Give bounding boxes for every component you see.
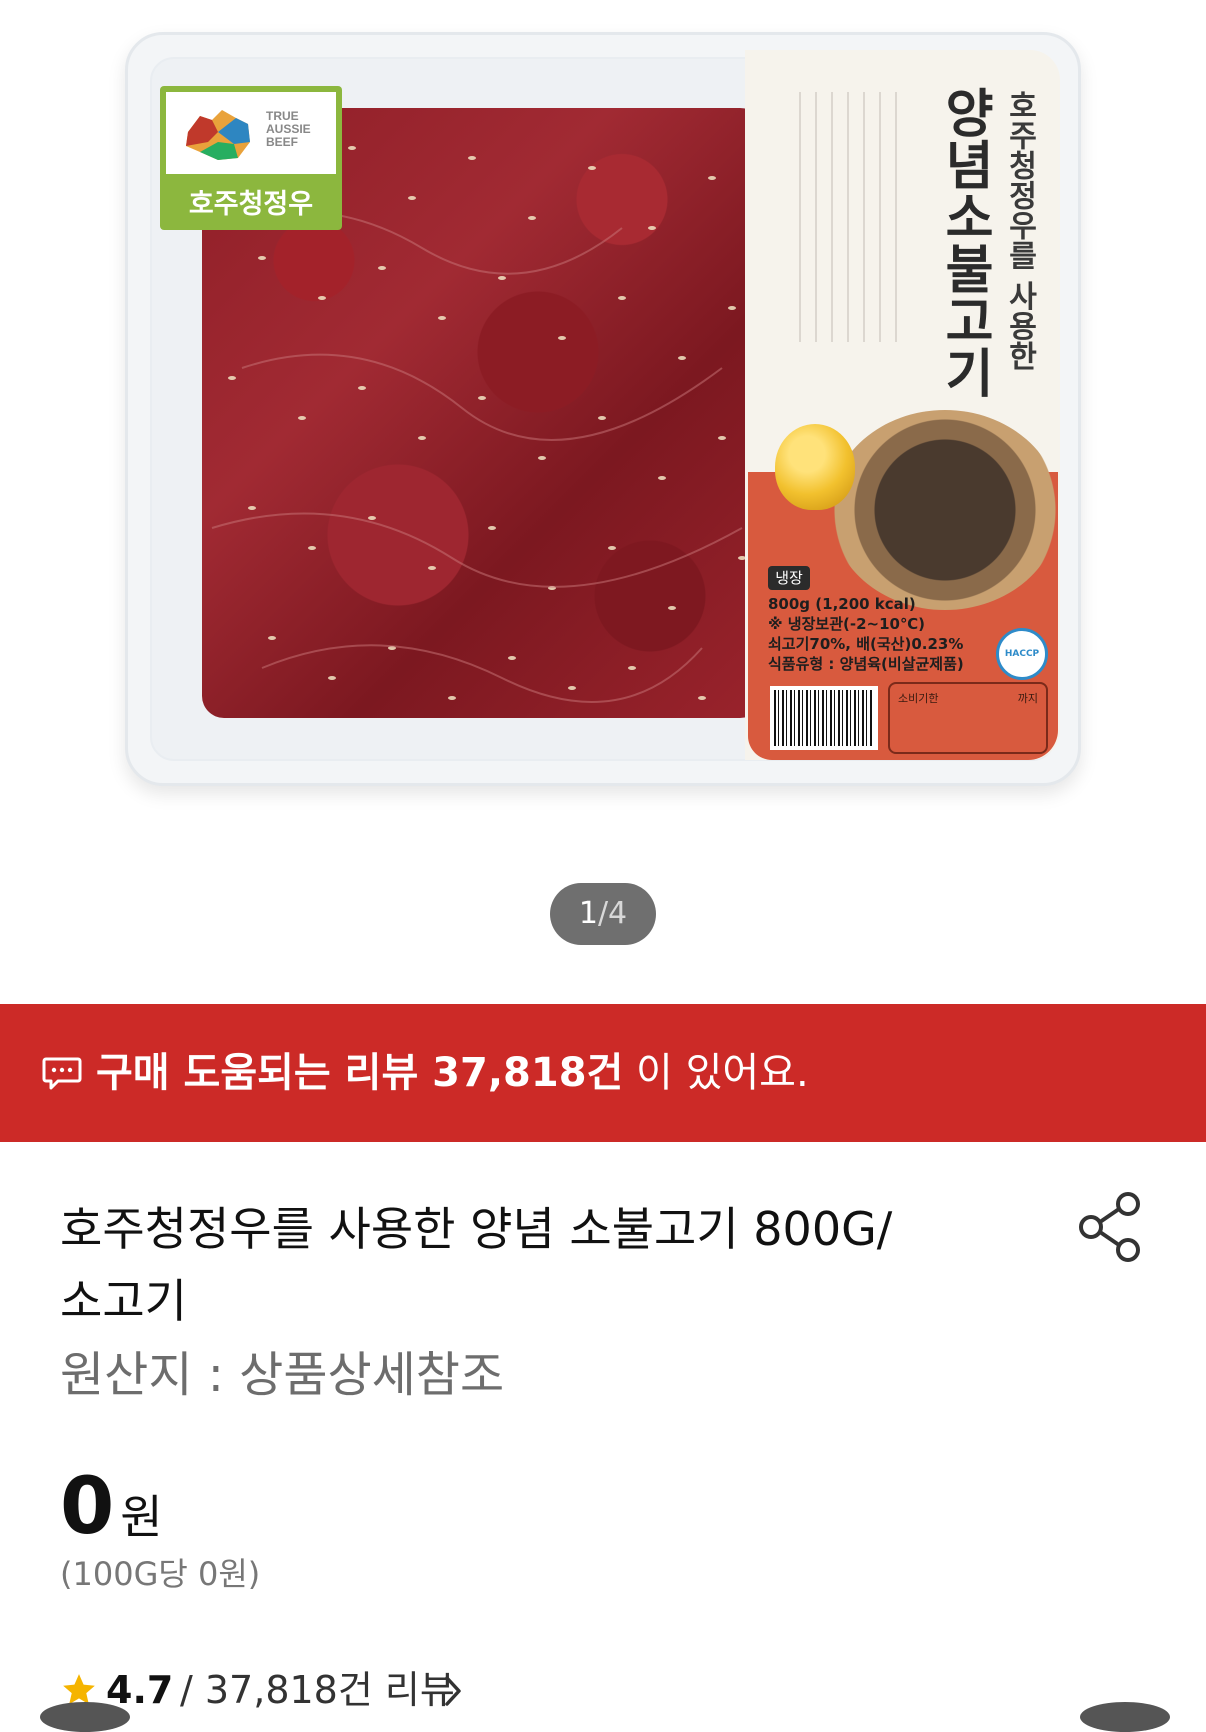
package-title: 양념소불고기 bbox=[934, 86, 994, 398]
product-title: 호주청정우를 사용한 양념 소불고기 800G/ 소고기 bbox=[60, 1202, 893, 1328]
package-subtitle: 호주청정우를 사용한 bbox=[1002, 90, 1037, 371]
package-info: 800g (1,200 kcal) ※ 냉장보관(-2~10℃) 쇠고기70%,… bbox=[768, 595, 964, 673]
review-banner[interactable]: 구매 도움되는 리뷰 37,818건 이 있어요. bbox=[0, 1004, 1206, 1142]
refrigerated-badge: 냉장 bbox=[768, 566, 810, 590]
origin-info: 원산지 : 상품상세참조 bbox=[60, 1347, 505, 1403]
price: 0원 bbox=[60, 1462, 163, 1552]
pear-photo bbox=[775, 424, 855, 510]
product-image-carousel[interactable]: TRUE AUSSIE BEEF 호주청정우 양념소불고기 호주청정우를 사용한… bbox=[0, 0, 1206, 960]
logo-label: 호주청정우 bbox=[188, 189, 314, 220]
pager-current: 1 bbox=[578, 896, 598, 931]
floating-button-edge-left[interactable] bbox=[40, 1702, 130, 1732]
barcode bbox=[770, 686, 878, 750]
share-button[interactable] bbox=[1076, 1190, 1146, 1264]
pager-total: 4 bbox=[608, 896, 628, 931]
review-count: / 37,818건 리뷰 bbox=[180, 1668, 455, 1712]
australia-map-icon bbox=[186, 110, 250, 160]
chat-bubble-icon bbox=[42, 1057, 82, 1090]
review-banner-text: 구매 도움되는 리뷰 37,818건 이 있어요. bbox=[96, 1050, 809, 1096]
label-fine-print bbox=[785, 92, 905, 342]
true-aussie-beef-logo: TRUE AUSSIE BEEF 호주청정우 bbox=[160, 86, 342, 230]
price-unit: 원 bbox=[120, 1490, 163, 1544]
expiry-box: 소비기한 까지 bbox=[888, 682, 1048, 754]
bulgogi-dish-photo bbox=[830, 410, 1060, 610]
chevron-right-icon bbox=[445, 1676, 461, 1706]
logo-text: TRUE AUSSIE BEEF bbox=[266, 109, 311, 149]
share-icon bbox=[1079, 1192, 1140, 1262]
unit-price: (100G당 0원) bbox=[60, 1555, 261, 1593]
price-value: 0 bbox=[60, 1462, 115, 1552]
haccp-mark: HACCP bbox=[996, 628, 1048, 680]
image-pager: 1/4 bbox=[550, 883, 656, 945]
floating-button-edge-right[interactable] bbox=[1080, 1702, 1170, 1732]
